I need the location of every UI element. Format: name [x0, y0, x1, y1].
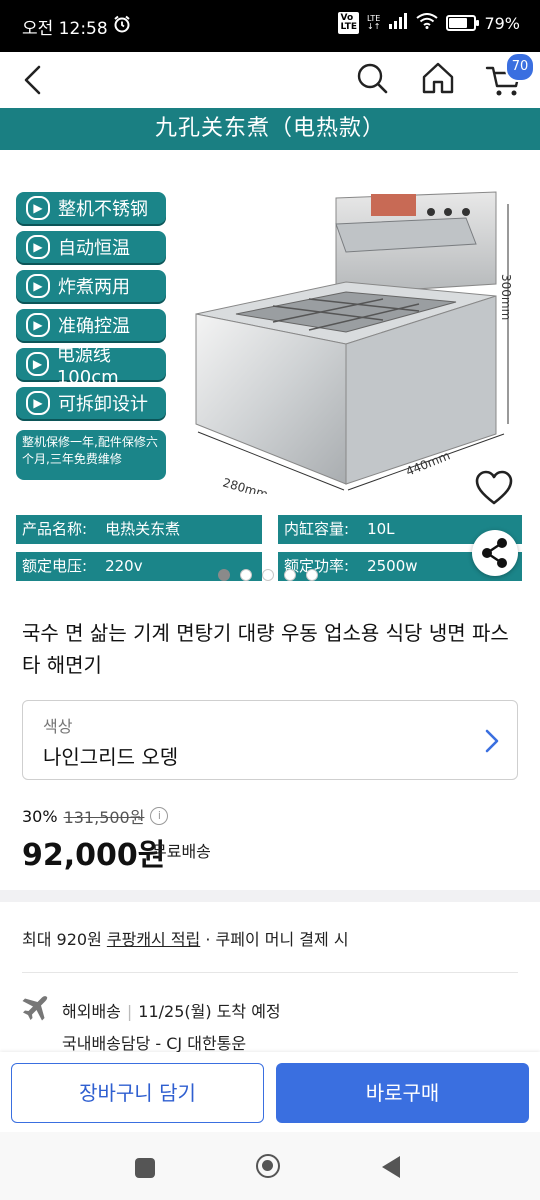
feature-tag: ▶ 电源线100cm	[16, 345, 166, 388]
search-icon	[357, 63, 388, 94]
signal-icon	[388, 13, 408, 33]
courier-info: 국내배송담당 - CJ 대한통운	[62, 1034, 247, 1053]
option-selector[interactable]: 색상 나인그리드 오뎅	[22, 700, 518, 780]
wifi-icon	[416, 13, 439, 33]
system-nav-bar	[0, 1132, 540, 1200]
share-icon	[482, 538, 507, 568]
feature-label: 整机不锈钢	[58, 199, 148, 220]
recent-apps-icon[interactable]	[135, 1158, 155, 1178]
feature-tag: ▶ 炸煮两用	[16, 270, 166, 302]
purchase-bar: 장바구니 담기 바로구매	[0, 1052, 540, 1132]
status-icons: Vo LTE LTE ↓↑ 79%	[338, 12, 520, 34]
alarm-icon	[113, 15, 131, 37]
product-photo: 280mm 440mm 300mm	[195, 191, 513, 494]
delivery-eta: 해외배송 | 11/25(월) 도착 예정	[62, 1002, 281, 1021]
network-type: LTE ↓↑	[367, 14, 381, 31]
add-to-cart-button[interactable]: 장바구니 담기	[11, 1063, 264, 1123]
cash-link[interactable]: 쿠팡캐시 적립	[107, 930, 200, 949]
product-title: 국수 면 삶는 기계 면탕기 대량 우동 업소용 식당 냉면 파스타 해면기	[22, 621, 509, 677]
discount-row: 30% 131,500원 i	[22, 804, 169, 828]
feature-label: 准确控温	[58, 316, 130, 337]
search-button[interactable]	[354, 60, 390, 96]
option-label: 색상	[43, 717, 73, 736]
feature-tag: ▶ 自动恒温	[16, 231, 166, 263]
buy-now-button[interactable]: 바로구매	[276, 1063, 529, 1123]
carousel-dot[interactable]	[262, 569, 274, 581]
heart-icon	[475, 470, 513, 505]
info-icon[interactable]: i	[150, 807, 169, 825]
feature-tag: ▶ 可拆卸设计	[16, 387, 166, 419]
spec-name: 产品名称: 电热关东煮	[16, 515, 262, 544]
carousel-dot[interactable]	[240, 569, 252, 581]
cash-benefit: 최대 920원 쿠팡캐시 적립 · 쿠페이 머니 결제 시	[22, 930, 349, 949]
image-banner: 九孔关东煮（电热款）	[0, 108, 540, 150]
free-shipping: 무료배송	[152, 842, 211, 861]
play-arrow-icon: ▶	[26, 196, 50, 220]
product-image-carousel[interactable]: 九孔关东煮（电热款） ▶ 整机不锈钢 ▶ 自动恒温 ▶ 炸煮两用 ▶ 准确控温 ▶ 电源线100c…	[0, 108, 540, 590]
carousel-dot[interactable]	[284, 569, 296, 581]
cart-count-badge: 70	[505, 52, 535, 82]
battery-percent: 79%	[484, 13, 520, 33]
chevron-right-icon	[485, 729, 499, 753]
volte-icon: Vo LTE	[338, 12, 360, 34]
feature-tag: ▶ 整机不锈钢	[16, 192, 166, 224]
section-divider	[0, 890, 540, 902]
feature-label: 自动恒温	[58, 238, 130, 259]
home-button[interactable]	[420, 60, 456, 96]
airplane-icon	[22, 996, 48, 1021]
feature-tags: ▶ 整机不锈钢 ▶ 自动恒温 ▶ 炸煮两用 ▶ 准确控温 ▶ 电源线100cm ▶ 可拆卸设计	[16, 192, 166, 426]
battery-icon	[446, 15, 480, 31]
divider	[22, 972, 518, 973]
sale-price: 92,000원	[22, 838, 166, 873]
dim-height: 300mm	[499, 274, 513, 320]
feature-tag: ▶ 准确控温	[16, 309, 166, 341]
play-arrow-icon: ▶	[26, 235, 50, 259]
spec-row-1: 产品名称: 电热关东煮 内缸容量: 10L	[16, 515, 522, 544]
feature-label: 炸煮两用	[58, 277, 130, 298]
home-icon	[422, 62, 454, 94]
play-arrow-icon: ▶	[26, 313, 50, 337]
back-button[interactable]	[18, 62, 54, 98]
carousel-dot[interactable]	[306, 569, 318, 581]
wishlist-button[interactable]	[473, 468, 515, 508]
carousel-dot[interactable]	[218, 569, 230, 581]
play-arrow-icon: ▶	[26, 352, 49, 376]
clock: 오전 12:58	[22, 19, 108, 39]
carousel-indicator	[218, 569, 318, 581]
original-price: 131,500원	[63, 808, 145, 827]
discount-rate: 30%	[22, 806, 58, 826]
app-bar	[0, 52, 540, 108]
play-arrow-icon: ▶	[26, 274, 50, 298]
share-button[interactable]	[472, 530, 518, 576]
option-value: 나인그리드 오뎅	[43, 745, 179, 769]
warranty-note: 整机保修一年,配件保修六个月,三年免费维修	[16, 430, 166, 480]
home-circle-icon[interactable]	[256, 1154, 280, 1178]
back-triangle-icon[interactable]	[382, 1156, 400, 1178]
play-arrow-icon: ▶	[26, 391, 50, 415]
back-arrow-icon	[24, 65, 41, 95]
dim-width: 280mm	[221, 475, 269, 494]
status-bar: 오전 12:58 Vo LTE LTE ↓↑ 79%	[0, 0, 540, 52]
feature-label: 可拆卸设计	[58, 394, 148, 415]
feature-label: 电源线100cm	[56, 344, 119, 388]
